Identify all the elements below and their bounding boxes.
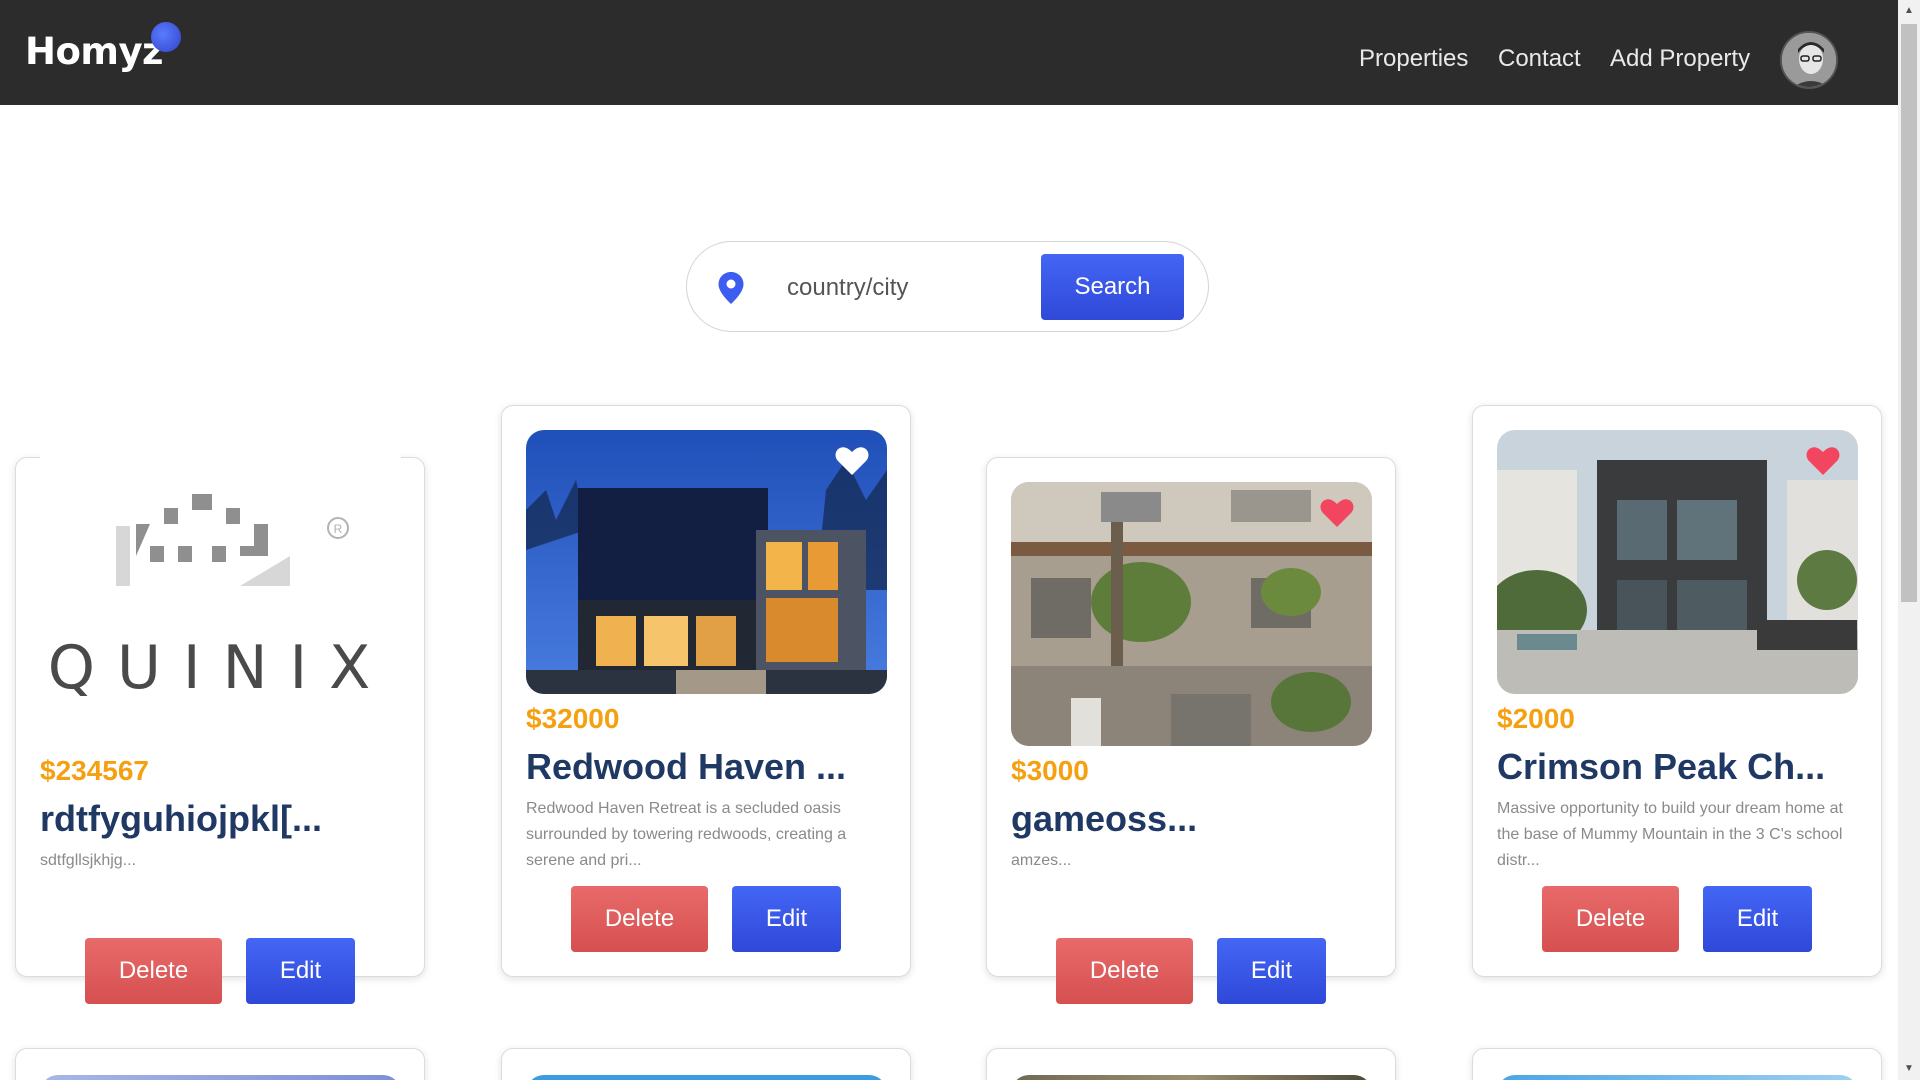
logo-dot-icon	[151, 22, 181, 52]
avatar-portrait-icon	[1782, 33, 1836, 87]
user-avatar[interactable]	[1780, 31, 1838, 89]
property-card-partial[interactable]	[501, 1048, 911, 1080]
search-button[interactable]: Search	[1041, 254, 1184, 320]
property-price: $3000	[1011, 755, 1089, 786]
property-price: $32000	[526, 703, 620, 734]
delete-button[interactable]: Delete	[85, 938, 222, 1004]
modern-house-night-image	[526, 430, 887, 694]
delete-button[interactable]: Delete	[571, 886, 708, 952]
property-title: rdtfyguhiojpkl[...	[40, 798, 322, 839]
delete-button[interactable]: Delete	[1056, 938, 1193, 1004]
favorite-heart-icon[interactable]	[1320, 498, 1354, 528]
location-search-input[interactable]	[787, 270, 1017, 306]
nav-link-properties[interactable]: Properties	[1359, 45, 1468, 73]
delete-button[interactable]: Delete	[1542, 886, 1679, 952]
property-price: $234567	[40, 755, 150, 786]
modern-house-day-image	[1497, 430, 1858, 694]
property-description: amzes...	[1011, 852, 1072, 869]
nav-link-contact[interactable]: Contact	[1498, 45, 1581, 73]
scroll-up-arrow-icon[interactable]: ▲	[1898, 0, 1920, 22]
scroll-thumb[interactable]	[1901, 24, 1917, 602]
property-image	[1011, 482, 1372, 746]
old-building-image	[1011, 482, 1372, 746]
search-bar: Search	[686, 241, 1209, 332]
property-image	[1011, 1075, 1372, 1080]
property-image	[1497, 1075, 1858, 1080]
svg-text:QUINIX: QUINIX	[48, 633, 393, 703]
property-card[interactable]: R QUINIX $234567 rdtfyguhiojpkl[... sdtf…	[15, 436, 425, 1004]
property-description: sdtfgllsjkhjg...	[40, 852, 137, 869]
nav-link-add-property[interactable]: Add Property	[1610, 45, 1750, 73]
property-image: R QUINIX	[40, 436, 401, 724]
property-price: $2000	[1497, 703, 1575, 734]
edit-button[interactable]: Edit	[1703, 886, 1812, 952]
property-image	[526, 1075, 887, 1080]
top-navbar: Homyz Properties Contact Add Property	[0, 0, 1898, 105]
location-pin-icon	[718, 272, 744, 304]
property-title: gameoss...	[1011, 798, 1198, 839]
property-card[interactable]: $32000 Redwood Haven ... Redwood Haven R…	[501, 405, 911, 977]
property-image	[1497, 430, 1858, 694]
svg-text:R: R	[334, 522, 343, 536]
favorite-heart-icon[interactable]	[1806, 446, 1840, 476]
property-description: Massive opportunity to build your dream …	[1497, 800, 1843, 869]
equinix-logo-icon: R QUINIX	[40, 436, 401, 724]
property-title: Redwood Haven ...	[526, 746, 847, 787]
site-logo[interactable]: Homyz	[25, 30, 164, 73]
property-card-partial[interactable]	[1472, 1048, 1882, 1080]
property-card[interactable]: $3000 gameoss... amzes... Delete Edit	[986, 457, 1396, 1004]
edit-button[interactable]: Edit	[732, 886, 841, 952]
property-title: Crimson Peak Ch...	[1497, 746, 1826, 787]
property-card[interactable]: $2000 Crimson Peak Ch... Massive opportu…	[1472, 405, 1882, 977]
scroll-down-arrow-icon[interactable]: ▼	[1898, 1058, 1920, 1080]
property-description: Redwood Haven Retreat is a secluded oasi…	[526, 800, 847, 869]
favorite-heart-icon[interactable]	[835, 446, 869, 476]
edit-button[interactable]: Edit	[1217, 938, 1326, 1004]
property-image	[40, 1075, 401, 1080]
property-image	[526, 430, 887, 694]
edit-button[interactable]: Edit	[246, 938, 355, 1004]
page-scrollbar[interactable]: ▲ ▼	[1898, 0, 1920, 1080]
property-card-partial[interactable]	[15, 1048, 425, 1080]
property-card-partial[interactable]	[986, 1048, 1396, 1080]
